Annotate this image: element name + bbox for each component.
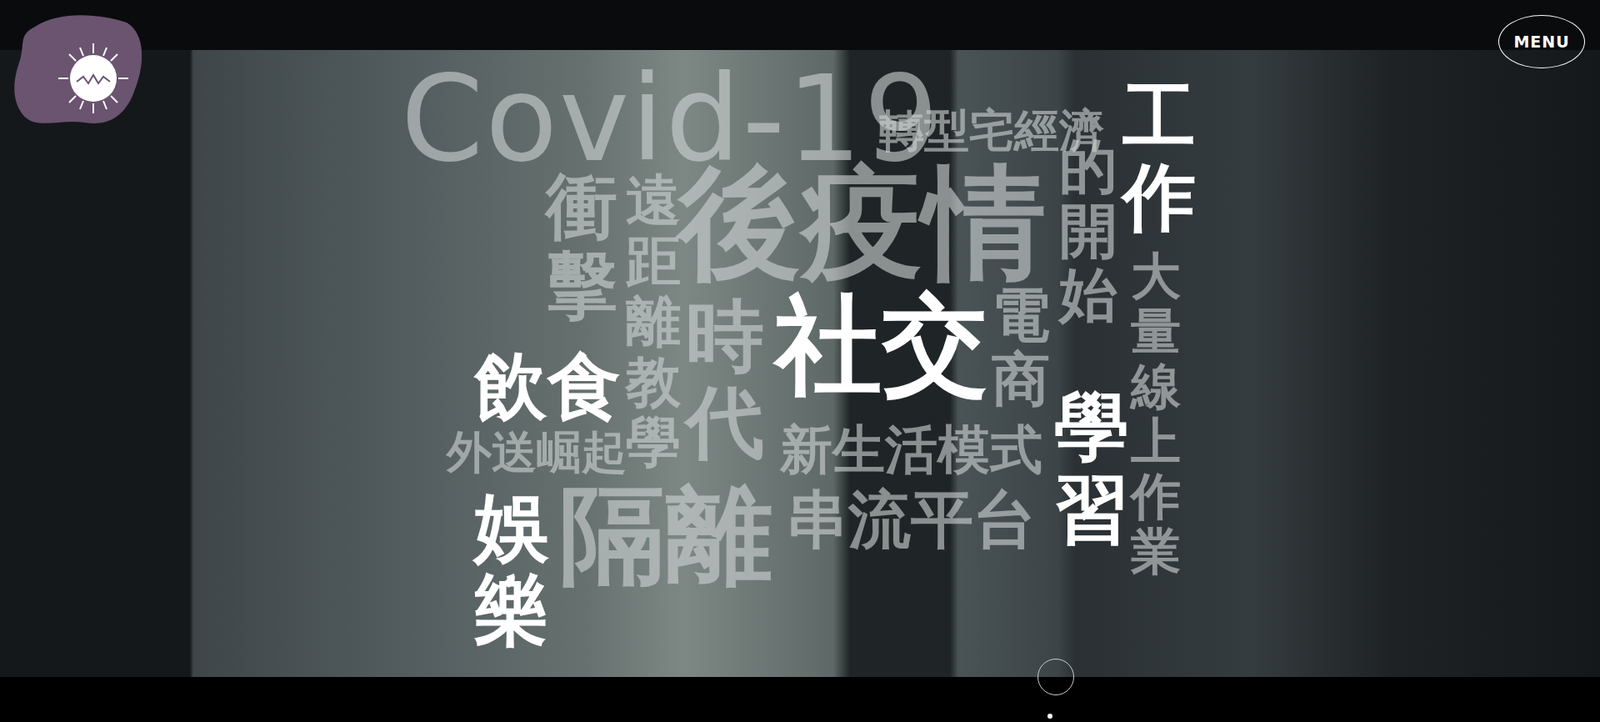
cloud-word: 大量線上作業 <box>1130 248 1181 579</box>
virus-logo-icon[interactable] <box>10 10 142 127</box>
cloud-word: 轉型宅經濟 <box>879 108 1105 154</box>
cloud-word: 學習 <box>1054 385 1130 550</box>
cloud-word: 外送崛起 <box>446 430 627 475</box>
cloud-word: 後疫情 <box>678 161 1046 285</box>
cloud-word: 的開始 <box>1059 135 1118 328</box>
cloud-word: 遠距離教學 <box>625 170 681 474</box>
cloud-word: 電商 <box>991 283 1050 412</box>
cloud-word: 串流平台 <box>785 488 1036 551</box>
background-photo <box>0 50 1600 677</box>
cloud-word: 飲食 <box>474 350 621 424</box>
cloud-word: 隔離 <box>559 481 773 589</box>
cloud-word: 社交 <box>775 291 989 399</box>
bottom-bar <box>0 676 1600 722</box>
pager-dot[interactable] <box>1047 713 1053 719</box>
cloud-word: 工作 <box>1122 76 1196 239</box>
cloud-word: 時代 <box>685 293 765 466</box>
pager <box>1047 713 1053 719</box>
cloud-word: Covid-19 <box>400 60 941 179</box>
menu-button[interactable]: MENU <box>1498 15 1585 69</box>
cloud-word: 娛樂 <box>474 485 550 651</box>
cloud-word: 衝擊 <box>545 166 618 325</box>
word-cloud: Covid-19轉型宅經濟工作後疫情的開始 衝擊遠距離教學時代社交電商 大量線上作業… <box>0 0 1600 722</box>
scroll-down-icon[interactable] <box>1037 658 1075 695</box>
cloud-word: 新生活模式 <box>780 423 1043 476</box>
hero-section: MENU Covid-19轉型宅經濟工作後疫情的開始 衝擊遠距離教學時代社交電商大… <box>0 0 1600 722</box>
top-bar <box>0 0 1600 50</box>
